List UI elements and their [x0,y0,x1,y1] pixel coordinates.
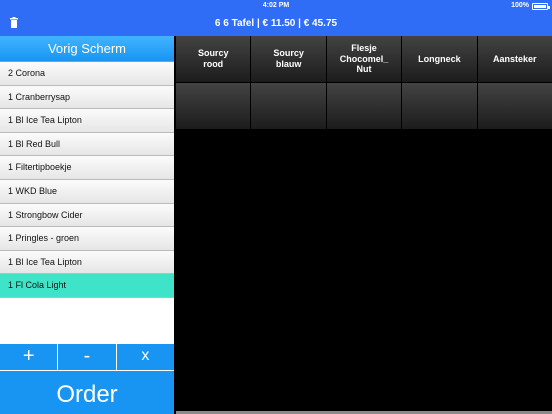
order-item[interactable]: 1 Cranberrysap [0,85,174,110]
table-title: 6 6 Tafel | € 11.50 | € 45.75 [214,18,338,29]
order-item[interactable]: 1 Bl Ice Tea Lipton [0,109,174,133]
order-item[interactable]: 1 Bl Ice Tea Lipton [0,250,174,275]
product-button[interactable] [176,83,251,129]
order-list[interactable]: 2 Corona 1 Cranberrysap 1 Bl Ice Tea Lip… [0,62,174,344]
order-button[interactable]: Order [0,370,174,414]
order-item[interactable]: 1 Bl Red Bull [0,132,174,157]
battery-icon [532,2,550,10]
top-bar: 4:02 PM 100% 6 6 Tafel | € 11.50 | € 45.… [0,0,552,36]
status-bar: 4:02 PM 100% [0,0,552,12]
order-item[interactable]: 1 Pringles - groen [0,227,174,251]
increase-button[interactable]: + [0,344,59,370]
battery-percent: 100% [511,2,529,9]
product-button[interactable] [477,83,552,129]
product-button[interactable]: Aansteker [477,36,552,82]
order-item[interactable]: 1 Filtertipboekje [0,156,174,180]
order-item[interactable]: 2 Corona [0,62,174,86]
order-item-selected[interactable]: 1 Fl Cola Light [0,274,174,298]
battery-status: 100% [511,0,550,12]
order-panel: Vorig Scherm 2 Corona 1 Cranberrysap 1 B… [0,36,174,414]
product-button[interactable] [251,83,326,129]
product-button[interactable]: Sourcy blauw [251,36,326,82]
product-button[interactable]: Longneck [402,36,477,82]
product-button[interactable] [402,83,477,129]
product-button[interactable] [326,83,402,129]
order-item[interactable]: 1 Strongbow Cider [0,203,174,228]
product-button[interactable]: Flesje Chocomel_ Nut [326,36,402,82]
product-button[interactable]: Sourcy rood [176,36,251,82]
status-time: 4:02 PM [262,2,290,9]
previous-screen-button[interactable]: Vorig Scherm [0,36,174,62]
remove-button[interactable]: x [117,344,174,370]
product-grid: Sourcy rood Sourcy blauw Flesje Chocomel_ … [176,36,552,411]
quantity-actions: + - x [0,344,174,370]
decrease-button[interactable]: - [58,344,117,370]
order-item[interactable]: 1 WKD Blue [0,179,174,204]
